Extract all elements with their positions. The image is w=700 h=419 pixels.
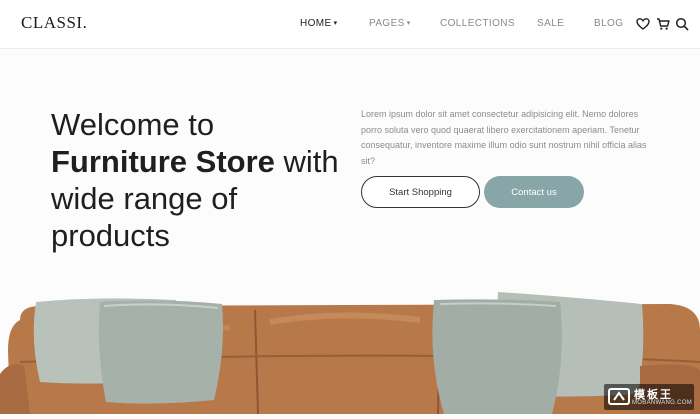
nav-pages[interactable]: PAGES ▾ [369,18,411,29]
hero-title-highlight: Furniture Store [51,144,275,179]
watermark-url: MOBANWANG.COM [632,400,693,406]
sofa-illustration [0,292,700,415]
main-nav: HOME ▾ PAGES ▾ COLLECTIONS SALE BLOG [0,18,700,32]
watermark-logo-icon [608,388,630,405]
watermark-badge: 模板王 MOBANWANG.COM [604,384,694,410]
start-shopping-button[interactable]: Start Shopping [361,176,480,208]
hero-title: Welcome to Furniture Store with wide rang… [51,106,361,254]
hero-sofa-image: 模板王 MOBANWANG.COM [0,270,700,415]
nav-sale[interactable]: SALE [537,18,564,29]
hero-description: Lorem ipsum dolor sit amet consectetur a… [361,109,647,166]
hero-title-intro: Welcome to [51,107,215,142]
nav-blog[interactable]: BLOG [594,18,623,29]
chevron-down-icon: ▾ [333,20,338,27]
cart-icon[interactable] [656,17,670,31]
nav-collections[interactable]: COLLECTIONS [440,18,515,29]
nav-home-label: HOME [300,18,332,29]
search-icon[interactable] [675,17,689,31]
heart-icon[interactable] [636,17,650,31]
contact-us-button[interactable]: Contact us [484,176,584,208]
chevron-down-icon: ▾ [406,20,411,27]
nav-pages-label: PAGES [369,18,405,29]
nav-home[interactable]: HOME ▾ [300,18,338,29]
site-header: CLASSI. HOME ▾ PAGES ▾ COLLECTIONS SALE BL… [0,0,700,49]
